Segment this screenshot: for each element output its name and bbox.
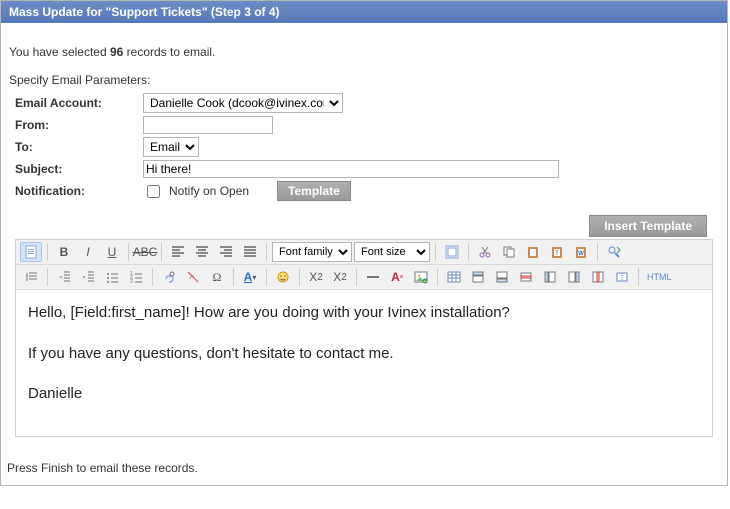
col-before-icon[interactable] (539, 267, 561, 287)
to-select[interactable]: Email (143, 137, 199, 157)
email-account-select[interactable]: Danielle Cook (dcook@ivinex.com) (143, 93, 343, 113)
editor-toolbar-row2: 123 Ω A▾ X2 X2 (16, 265, 712, 290)
body-line-1: Hello, [Field:first_name]! How are you d… (28, 302, 700, 325)
editor-toolbar-row1: B I U ABC Font (16, 240, 712, 265)
label-to: To: (7, 140, 143, 154)
separator-icon (435, 243, 436, 261)
align-left-icon[interactable] (167, 242, 189, 262)
ordered-list-icon[interactable]: 123 (125, 267, 147, 287)
selection-prefix: You have selected (9, 45, 110, 59)
find-replace-icon[interactable] (603, 242, 625, 262)
selection-summary: You have selected 96 records to email. (9, 45, 719, 59)
underline-icon[interactable]: U (101, 242, 123, 262)
align-justify-icon[interactable] (239, 242, 261, 262)
label-email-account: Email Account: (7, 96, 143, 110)
indent-icon[interactable] (77, 267, 99, 287)
label-notification: Notification: (7, 184, 143, 198)
text-color-icon[interactable]: A▾ (239, 267, 261, 287)
insert-template-row: Insert Template (7, 215, 721, 237)
separator-icon (356, 268, 357, 286)
separator-icon (266, 268, 267, 286)
paste-text-icon[interactable]: T (546, 242, 568, 262)
rich-text-editor: B I U ABC Font (15, 239, 713, 437)
label-subject: Subject: (7, 162, 143, 176)
bold-icon[interactable]: B (53, 242, 75, 262)
paste-word-icon[interactable]: W (570, 242, 592, 262)
row-subject: Subject: (7, 160, 721, 178)
html-source-icon[interactable]: HTML (644, 267, 675, 287)
unlink-icon[interactable] (182, 267, 204, 287)
font-size-select[interactable]: Font size (354, 242, 430, 262)
row-before-icon[interactable] (467, 267, 489, 287)
separator-icon (152, 268, 153, 286)
body-line-3: Danielle (28, 383, 700, 406)
blockquote-icon[interactable] (20, 267, 42, 287)
link-icon[interactable] (158, 267, 180, 287)
panel-body: You have selected 96 records to email. S… (1, 23, 727, 445)
selection-count: 96 (110, 45, 123, 59)
separator-icon (266, 243, 267, 261)
insert-image-icon[interactable]: + (410, 267, 432, 287)
separator-icon (468, 243, 469, 261)
panel-title: Mass Update for "Support Tickets" (Step … (1, 1, 727, 23)
merge-cells-icon[interactable] (611, 267, 633, 287)
row-from: From: (7, 116, 721, 134)
svg-text:T: T (555, 251, 559, 257)
paste-icon[interactable] (522, 242, 544, 262)
new-document-icon[interactable] (20, 242, 42, 262)
superscript-icon[interactable]: X2 (329, 267, 351, 287)
cut-icon[interactable] (474, 242, 496, 262)
align-center-icon[interactable] (191, 242, 213, 262)
separator-icon (299, 268, 300, 286)
footer-text: Press Finish to email these records. (7, 461, 198, 475)
outdent-icon[interactable] (53, 267, 75, 287)
separator-icon (47, 243, 48, 261)
panel-footer: Press Finish to email these records. (1, 445, 727, 485)
select-all-icon[interactable] (441, 242, 463, 262)
italic-icon[interactable]: I (77, 242, 99, 262)
insert-template-button[interactable]: Insert Template (589, 215, 707, 237)
row-to: To: Email (7, 137, 721, 157)
editor-body[interactable]: Hello, [Field:first_name]! How are you d… (16, 290, 712, 436)
mass-update-panel: Mass Update for "Support Tickets" (Step … (0, 0, 728, 486)
svg-text:3: 3 (130, 279, 133, 284)
table-icon[interactable] (443, 267, 465, 287)
separator-icon (233, 268, 234, 286)
row-notification: Notification: Notify on Open Template (7, 181, 721, 201)
row-email-account: Email Account: Danielle Cook (dcook@ivin… (7, 93, 721, 113)
copy-icon[interactable] (498, 242, 520, 262)
subscript-icon[interactable]: X2 (305, 267, 327, 287)
svg-text:W: W (578, 251, 584, 257)
separator-icon (437, 268, 438, 286)
col-after-icon[interactable] (563, 267, 585, 287)
hr-icon[interactable] (362, 267, 384, 287)
emoticon-icon[interactable] (272, 267, 294, 287)
separator-icon (47, 268, 48, 286)
selection-suffix: records to email. (123, 45, 215, 59)
notify-on-open-checkbox[interactable] (147, 185, 160, 198)
row-after-icon[interactable] (491, 267, 513, 287)
align-right-icon[interactable] (215, 242, 237, 262)
separator-icon (597, 243, 598, 261)
font-family-select[interactable]: Font family (272, 242, 352, 262)
from-input[interactable] (143, 116, 273, 134)
notify-on-open-label: Notify on Open (169, 184, 249, 198)
separator-icon (161, 243, 162, 261)
unordered-list-icon[interactable] (101, 267, 123, 287)
remove-format-icon[interactable]: Aᵃ (386, 267, 408, 287)
separator-icon (128, 243, 129, 261)
delete-row-icon[interactable] (515, 267, 537, 287)
special-char-icon[interactable]: Ω (206, 267, 228, 287)
delete-col-icon[interactable] (587, 267, 609, 287)
body-line-2: If you have any questions, don't hesitat… (28, 343, 700, 366)
section-subhead: Specify Email Parameters: (9, 73, 719, 87)
template-button[interactable]: Template (277, 181, 351, 201)
subject-input[interactable] (143, 160, 559, 178)
label-from: From: (7, 118, 143, 132)
separator-icon (638, 268, 639, 286)
svg-text:+: + (424, 279, 427, 284)
strikethrough-icon[interactable]: ABC (134, 242, 156, 262)
